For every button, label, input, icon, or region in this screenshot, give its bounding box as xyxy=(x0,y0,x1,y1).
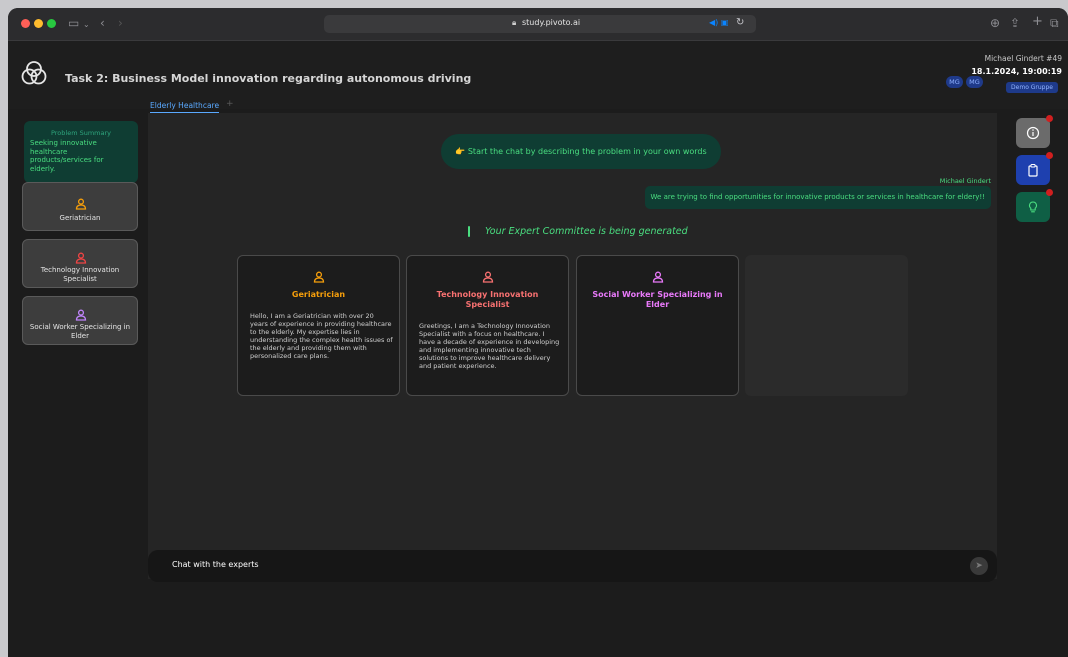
sidebar-expert-label: Social Worker Specializing in Elder xyxy=(29,323,131,340)
committee-generating-status: Your Expert Committee is being generated xyxy=(485,226,688,237)
tab-elderly-healthcare[interactable]: Elderly Healthcare xyxy=(150,101,220,113)
user-message-bubble: We are trying to find opportunities for … xyxy=(644,186,991,209)
info-icon xyxy=(1026,126,1040,140)
browser-toolbar: ▭ ⌄ ‹ › 🔒︎ study.pivoto.ai ◀︎) ▣ ↻ ⊕ ⇪ +… xyxy=(8,8,1068,41)
expert-card-loading-placeholder xyxy=(745,255,908,396)
minimize-window-button[interactable] xyxy=(34,19,43,28)
expert-card-title: Technology Innovation Specialist xyxy=(436,290,539,309)
maximize-window-button[interactable] xyxy=(47,19,56,28)
expert-card-description: Greetings, I am a Technology Innovation … xyxy=(419,322,560,370)
sidebar-expert-social-worker[interactable]: Social Worker Specializing in Elder xyxy=(22,296,138,345)
chat-input[interactable]: Chat with the experts ➤ xyxy=(148,550,997,582)
speaker-icon[interactable]: ◀︎) ▣ xyxy=(709,18,728,27)
pivoto-logo-icon xyxy=(21,61,47,85)
clipboard-button[interactable] xyxy=(1016,152,1053,185)
user-icon xyxy=(577,268,738,287)
ideas-button[interactable] xyxy=(1016,189,1053,222)
browser-window: ▭ ⌄ ‹ › 🔒︎ study.pivoto.ai ◀︎) ▣ ↻ ⊕ ⇪ +… xyxy=(8,8,1068,657)
lightbulb-icon xyxy=(1028,201,1038,213)
expert-card-technology-innovation-specialist[interactable]: Technology Innovation Specialist Greetin… xyxy=(406,255,569,396)
user-icon xyxy=(407,268,568,287)
task-title: Task 2: Business Model innovation regard… xyxy=(65,72,472,85)
user-icon xyxy=(23,195,139,214)
back-icon[interactable]: ‹ xyxy=(100,16,105,30)
expert-card-social-worker[interactable]: Social Worker Specializing in Elder xyxy=(576,255,739,396)
expert-card-title: Geriatrician xyxy=(291,290,346,299)
avatar[interactable]: MG xyxy=(966,76,983,88)
user-icon xyxy=(238,268,399,287)
address-bar[interactable]: 🔒︎ study.pivoto.ai ◀︎) ▣ ↻ xyxy=(324,15,756,33)
forward-icon[interactable]: › xyxy=(118,16,123,30)
chat-panel: 👉 Start the chat by describing the probl… xyxy=(148,113,997,582)
url-text: study.pivoto.ai xyxy=(522,18,581,27)
close-window-button[interactable] xyxy=(21,19,30,28)
chevron-down-icon[interactable]: ⌄ xyxy=(83,18,90,32)
lock-icon: 🔒︎ xyxy=(512,18,517,27)
message-sender-name: Michael Gindert xyxy=(939,177,991,185)
session-datetime: 18.1.2024, 19:00:19 xyxy=(971,67,1062,76)
chat-input-placeholder: Chat with the experts xyxy=(172,560,259,569)
user-name: Michael Gindert #49 xyxy=(984,54,1062,63)
expert-card-title: Social Worker Specializing in Elder xyxy=(592,290,723,309)
loading-indicator xyxy=(468,226,470,237)
new-tab-icon[interactable]: + xyxy=(1032,15,1043,29)
notification-badge xyxy=(1046,152,1053,159)
tab-overview-icon[interactable]: ⧉ xyxy=(1050,16,1059,30)
problem-summary-label: Problem Summary xyxy=(50,129,112,137)
share-icon[interactable]: ⇪ xyxy=(1010,16,1020,30)
reload-icon[interactable]: ↻ xyxy=(736,17,744,28)
expert-card-description: Hello, I am a Geriatrician with over 20 … xyxy=(250,312,393,360)
group-badge: Demo Gruppe xyxy=(1006,82,1058,93)
download-icon[interactable]: ⊕ xyxy=(990,16,1000,30)
problem-summary-text: Seeking innovative healthcare products/s… xyxy=(30,139,104,173)
info-button[interactable] xyxy=(1016,115,1053,148)
add-tab-button[interactable]: + xyxy=(226,99,234,109)
notification-badge xyxy=(1046,189,1053,196)
start-hint-bubble: 👉 Start the chat by describing the probl… xyxy=(441,134,721,169)
send-button[interactable]: ➤ xyxy=(970,557,988,575)
sidebar-expert-label: Geriatrician xyxy=(59,214,101,222)
clipboard-icon xyxy=(1028,164,1038,177)
app-header: Task 2: Business Model innovation regard… xyxy=(8,41,1068,109)
problem-summary: Problem Summary Seeking innovative healt… xyxy=(24,121,138,183)
expert-card-geriatrician[interactable]: Geriatrician Hello, I am a Geriatrician … xyxy=(237,255,400,396)
sidebar-toggle-icon[interactable]: ▭ xyxy=(68,16,79,30)
sidebar-expert-label: Technology Innovation Specialist xyxy=(40,266,120,283)
sidebar-expert-geriatrician[interactable]: Geriatrician xyxy=(22,182,138,231)
avatar[interactable]: MG xyxy=(946,76,963,88)
notification-badge xyxy=(1046,115,1053,122)
sidebar-expert-technology-innovation-specialist[interactable]: Technology Innovation Specialist xyxy=(22,239,138,288)
